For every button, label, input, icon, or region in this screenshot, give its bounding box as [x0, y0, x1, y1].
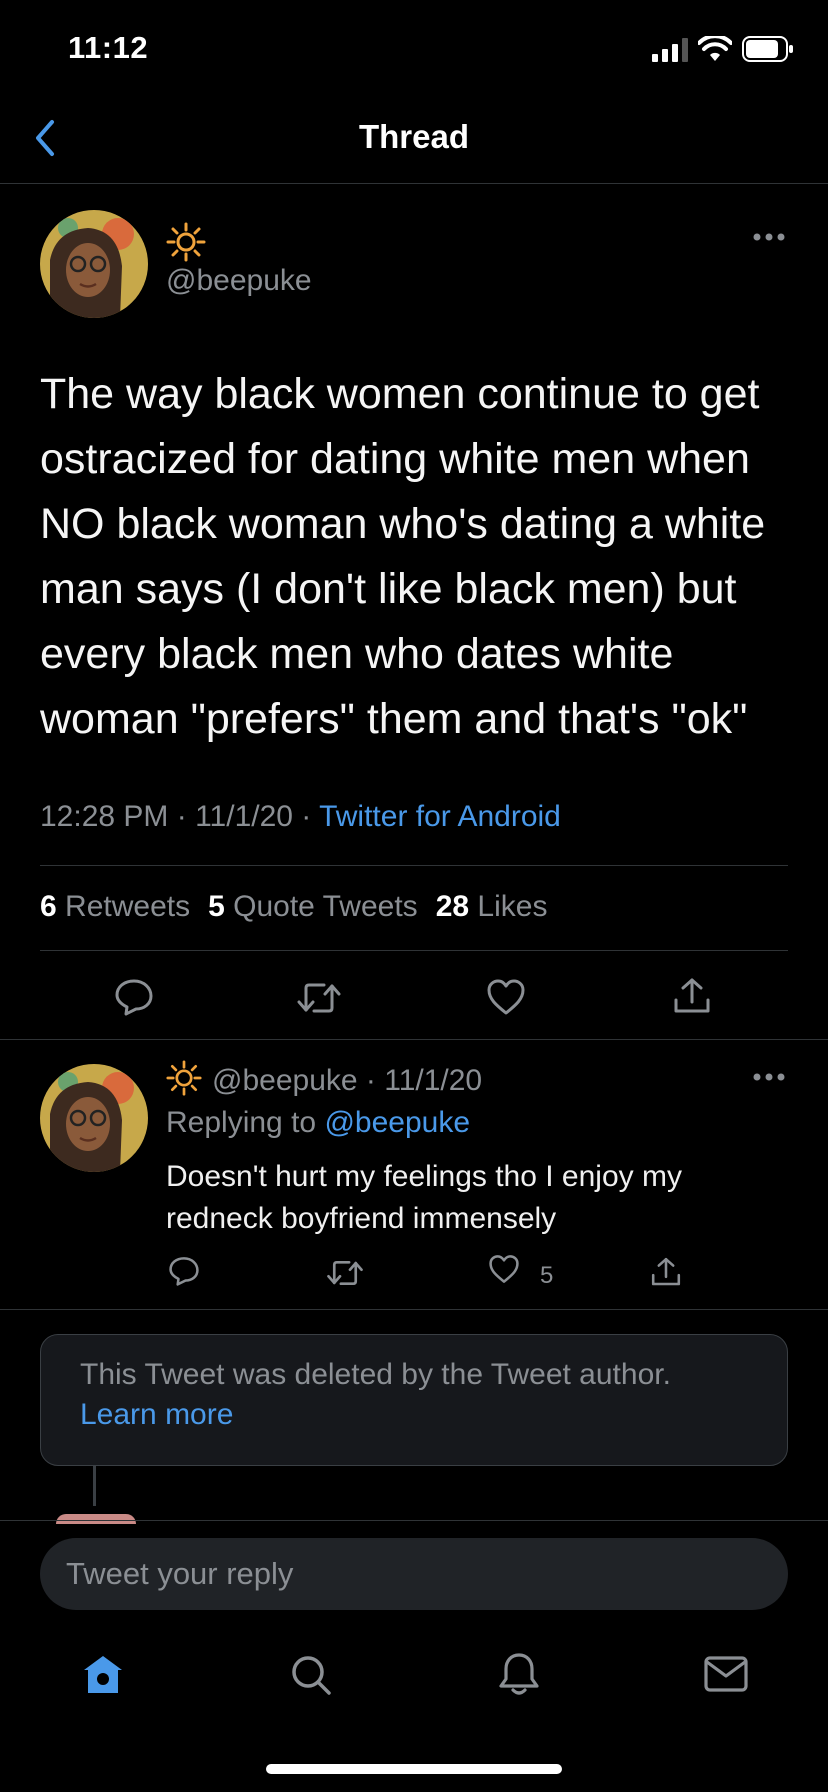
- replying-to: Replying to @beepuke: [166, 1106, 470, 1140]
- reply-icon: [169, 1257, 199, 1286]
- reply-retweet-button[interactable]: [326, 1258, 364, 1288]
- more-button[interactable]: [752, 232, 786, 242]
- notifications-icon: [499, 1653, 539, 1695]
- retweets-stat[interactable]: 6 Retweets: [40, 890, 190, 923]
- thread-connector-line: [93, 1466, 96, 1506]
- meta-separator: ·: [168, 800, 196, 833]
- share-button[interactable]: [672, 976, 712, 1016]
- tweet-time: 12:28 PM: [40, 800, 169, 833]
- tweet-date: 11/1/20: [195, 800, 293, 833]
- sun-emoji-icon: [166, 1060, 202, 1096]
- home-icon: [84, 1656, 122, 1693]
- share-icon: [651, 1257, 681, 1286]
- tab-search[interactable]: [290, 1654, 332, 1696]
- like-icon: [487, 979, 525, 1015]
- meta-divider: [40, 865, 788, 866]
- reply-more-button[interactable]: [752, 1072, 786, 1082]
- sun-emoji-icon: [166, 222, 206, 262]
- wifi-icon: [698, 36, 732, 62]
- reply-text: Doesn't hurt my feelings tho I enjoy my …: [166, 1160, 682, 1235]
- actions-divider: [0, 1039, 828, 1040]
- page-title: Thread: [358, 118, 470, 155]
- reply-icon: [115, 979, 153, 1016]
- author-handle[interactable]: @beepuke: [166, 264, 312, 298]
- meta-separator: ·: [292, 800, 320, 833]
- cellular-signal-icon: [652, 38, 690, 62]
- tab-notifications[interactable]: [498, 1652, 540, 1696]
- home-indicator[interactable]: [266, 1764, 562, 1774]
- quote-tweets-stat[interactable]: 5 Quote Tweets: [208, 890, 418, 923]
- more-icon: [753, 1073, 785, 1081]
- search-icon: [292, 1656, 331, 1695]
- header-divider: [0, 183, 828, 184]
- replying-prefix: Replying to: [166, 1106, 317, 1139]
- more-icon: [753, 233, 785, 241]
- battery-icon: [742, 36, 794, 62]
- stats-divider: [40, 950, 788, 951]
- reply-bar-divider: [0, 1520, 828, 1521]
- likes-stat[interactable]: 28 Likes: [436, 890, 548, 923]
- deleted-notice-text: This Tweet was deleted by the Tweet auth…: [80, 1358, 671, 1391]
- tweet-meta: 12:28 PM · 11/1/20 · Twitter for Android: [40, 800, 561, 834]
- avatar[interactable]: [40, 210, 148, 318]
- share-icon: [674, 978, 710, 1013]
- tweet-text: The way black women continue to get ostr…: [40, 370, 766, 743]
- next-tweet-avatar-partial[interactable]: [56, 1514, 136, 1524]
- tweet-reply-input[interactable]: [40, 1538, 788, 1610]
- reply-reply-button[interactable]: [168, 1256, 200, 1286]
- like-icon: [489, 1255, 519, 1283]
- status-time: 11:12: [68, 30, 149, 65]
- reply-handle[interactable]: @beepuke: [212, 1064, 358, 1097]
- like-button[interactable]: [486, 978, 526, 1016]
- reply-like-button[interactable]: [488, 1254, 520, 1284]
- reply-share-button[interactable]: [650, 1256, 682, 1288]
- retweet-icon: [297, 983, 341, 1013]
- tab-home[interactable]: [82, 1654, 124, 1696]
- retweet-button[interactable]: [296, 980, 342, 1016]
- meta-separator: ·: [357, 1064, 385, 1097]
- reply-like-count: 5: [540, 1262, 554, 1289]
- learn-more-link[interactable]: Learn more: [80, 1398, 233, 1432]
- tweet-source-link[interactable]: Twitter for Android: [319, 800, 561, 833]
- tab-messages[interactable]: [704, 1656, 748, 1692]
- replying-handle-link[interactable]: @beepuke: [324, 1106, 470, 1139]
- messages-icon: [704, 1656, 748, 1692]
- reply-avatar[interactable]: [40, 1064, 148, 1172]
- reply-date: 11/1/20: [384, 1064, 483, 1097]
- reply-divider: [0, 1309, 828, 1310]
- retweet-icon: [327, 1260, 363, 1286]
- reply-button[interactable]: [114, 978, 154, 1016]
- tweet-stats: 6 Retweets 5 Quote Tweets 28 Likes: [40, 890, 547, 924]
- reply-header: @beepuke · 11/1/20: [166, 1060, 482, 1098]
